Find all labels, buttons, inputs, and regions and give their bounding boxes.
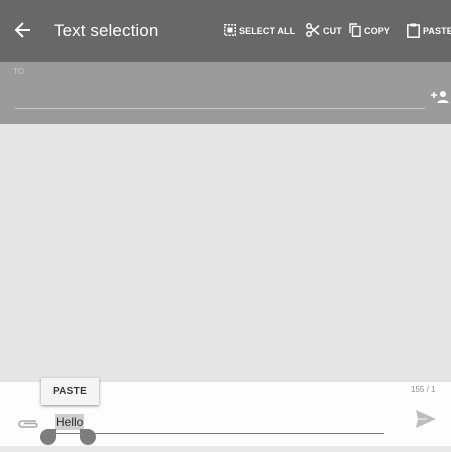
selection-start-handle[interactable] <box>40 429 56 445</box>
add-person-icon <box>431 91 449 103</box>
send-icon <box>416 410 436 428</box>
message-input-text[interactable]: Hello <box>55 414 85 430</box>
scissors-icon <box>306 23 320 39</box>
add-recipient-button[interactable] <box>430 89 450 105</box>
page-title: Text selection <box>54 21 159 40</box>
copy-icon <box>349 23 361 39</box>
back-button[interactable] <box>14 18 34 42</box>
copy-label: COPY <box>364 26 390 36</box>
select-all-label: SELECT ALL <box>239 26 296 36</box>
copy-button[interactable]: COPY <box>349 21 390 41</box>
clipboard-icon <box>407 23 420 40</box>
compose-bottom-edge <box>0 446 451 452</box>
cut-button[interactable]: CUT <box>306 21 342 41</box>
selection-end-handle[interactable] <box>80 429 96 445</box>
recipient-area: TO <box>0 62 451 124</box>
action-bar: Text selection SELECT ALL CUT COPY PASTE <box>0 0 451 62</box>
to-label: TO <box>13 67 24 76</box>
paste-label: PASTE <box>423 26 451 36</box>
character-counter: 155 / 1 <box>411 385 436 394</box>
send-button[interactable] <box>415 408 437 430</box>
cut-label: CUT <box>323 26 342 36</box>
text-selection-screen: Text selection SELECT ALL CUT COPY PASTE… <box>0 0 451 452</box>
message-input[interactable] <box>54 433 384 434</box>
recipient-input[interactable] <box>15 108 425 109</box>
paperclip-icon <box>18 420 38 428</box>
message-list <box>0 124 451 382</box>
select-all-button[interactable]: SELECT ALL <box>224 21 295 41</box>
paste-popup-button[interactable]: PASTE <box>41 378 99 405</box>
paste-button[interactable]: PASTE <box>407 21 451 41</box>
attach-button[interactable] <box>16 417 40 429</box>
select-all-icon <box>224 24 236 38</box>
arrow-left-icon <box>14 22 30 38</box>
